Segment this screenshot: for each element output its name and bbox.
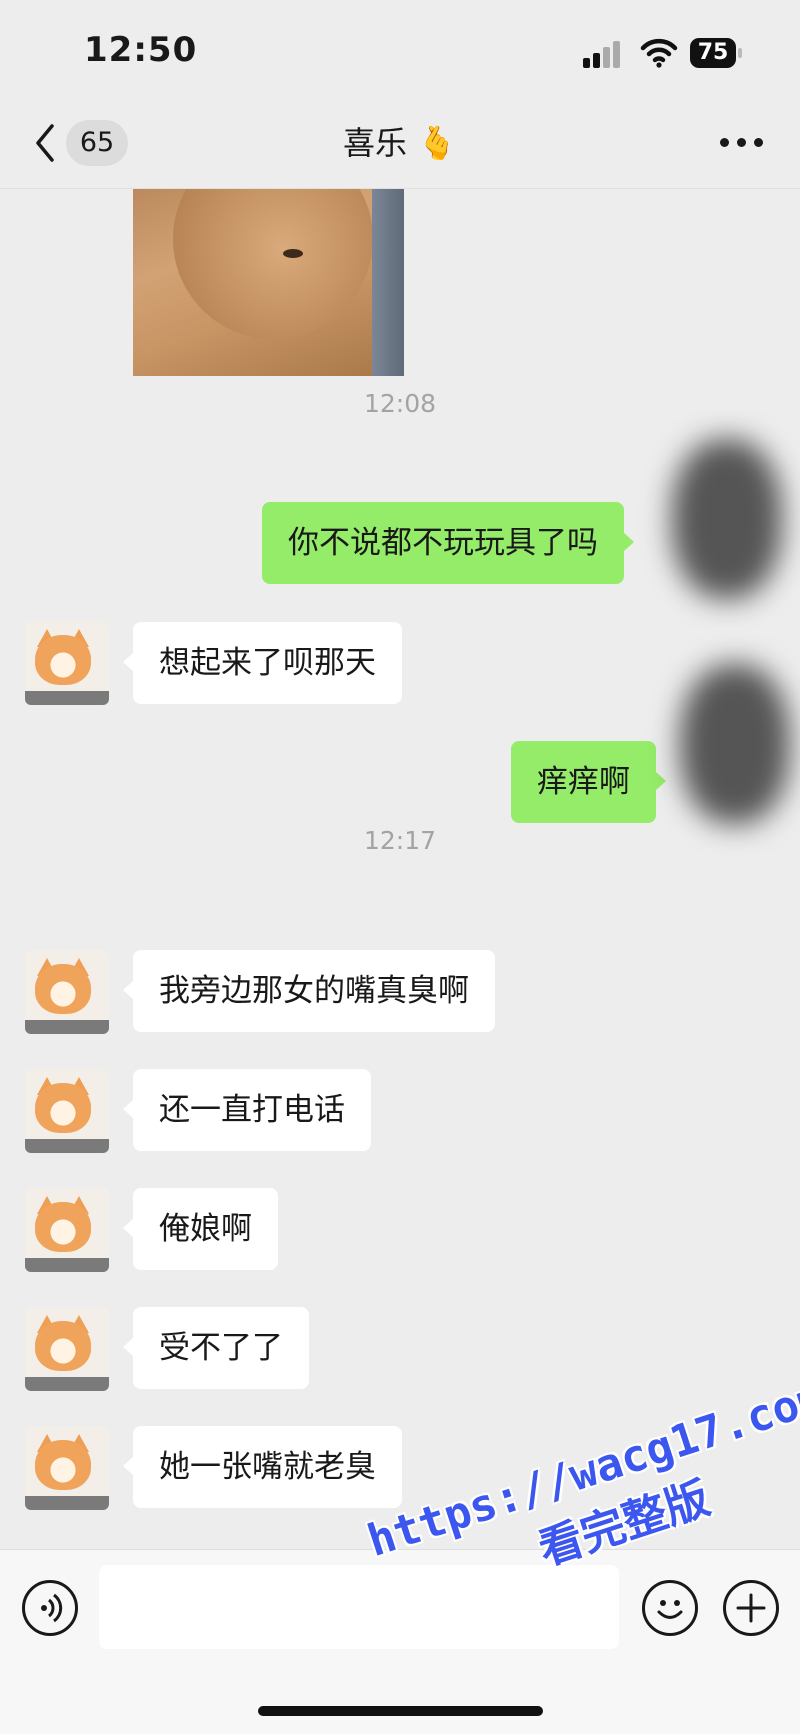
avatar[interactable]	[25, 1426, 109, 1510]
avatar[interactable]	[25, 621, 109, 705]
blurred-avatar	[680, 664, 790, 824]
message-bubble-outgoing[interactable]: 你不说都不玩玩具了吗	[262, 502, 634, 584]
image-message[interactable]	[133, 189, 404, 376]
chat-title: 喜乐 🫰	[342, 124, 458, 162]
more-icon[interactable]	[720, 138, 764, 150]
timestamp: 12:17	[363, 826, 437, 855]
message-bubble-outgoing[interactable]: 痒痒啊	[511, 741, 666, 823]
avatar[interactable]	[25, 1069, 109, 1153]
avatar[interactable]	[25, 1307, 109, 1391]
emoji-icon[interactable]	[642, 1580, 698, 1636]
message-bubble-incoming[interactable]: 我旁边那女的嘴真臭啊	[123, 950, 495, 1032]
blurred-avatar	[672, 439, 782, 599]
avatar[interactable]	[25, 1188, 109, 1272]
message-input[interactable]	[99, 1565, 619, 1649]
battery-level: 75	[690, 38, 736, 68]
status-time: 12:50	[84, 30, 198, 70]
message-bubble-incoming[interactable]: 俺娘啊	[123, 1188, 278, 1270]
timestamp: 12:08	[363, 389, 437, 418]
status-bar: 12:50 75	[0, 0, 800, 100]
message-bubble-incoming[interactable]: 想起来了呗那天	[123, 622, 402, 704]
voice-icon[interactable]	[22, 1580, 78, 1636]
home-indicator[interactable]	[258, 1706, 543, 1716]
avatar[interactable]	[25, 950, 109, 1034]
signal-icon	[583, 40, 625, 68]
plus-icon[interactable]	[723, 1580, 779, 1636]
battery-icon: 75	[690, 38, 744, 68]
wifi-icon	[640, 38, 678, 68]
message-bubble-incoming[interactable]: 受不了了	[123, 1307, 309, 1389]
chat-header: 65 喜乐 🫰	[0, 100, 800, 189]
message-bubble-incoming[interactable]: 还一直打电话	[123, 1069, 371, 1151]
